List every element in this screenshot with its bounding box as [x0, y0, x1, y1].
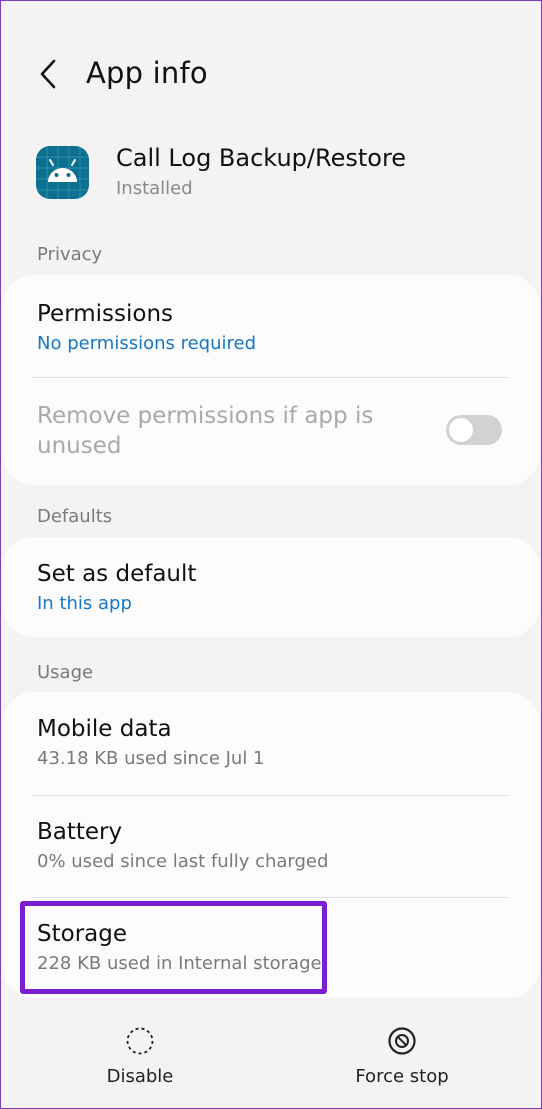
page-title: App info	[86, 56, 208, 90]
permissions-row[interactable]: Permissions No permissions required	[37, 301, 510, 354]
disable-label: Disable	[106, 1066, 174, 1087]
set-default-subtitle: In this app	[37, 593, 132, 614]
storage-title: Storage	[37, 921, 127, 947]
force-stop-button[interactable]: Force stop	[302, 1026, 502, 1096]
remove-permissions-title: Remove permissions if app is unused	[37, 403, 374, 459]
force-stop-label: Force stop	[355, 1066, 449, 1087]
permissions-subtitle: No permissions required	[37, 333, 257, 354]
battery-subtitle: 0% used since last fully charged	[37, 851, 329, 872]
chevron-left-icon	[40, 59, 56, 89]
defaults-card: Set as default In this app	[2, 537, 540, 637]
toggle-knob	[448, 417, 474, 443]
section-label-defaults: Defaults	[37, 506, 113, 527]
battery-row[interactable]: Battery 0% used since last fully charged	[37, 819, 510, 872]
mobile-data-subtitle: 43.18 KB used since Jul 1	[37, 748, 265, 769]
section-label-usage: Usage	[37, 662, 94, 683]
app-name: Call Log Backup/Restore	[116, 144, 407, 172]
disable-button[interactable]: Disable	[40, 1026, 240, 1096]
disable-icon	[126, 1027, 154, 1055]
app-bar: App info	[0, 42, 542, 106]
mobile-data-title: Mobile data	[37, 716, 172, 742]
divider	[32, 377, 510, 378]
app-status: Installed	[116, 178, 193, 199]
storage-subtitle: 228 KB used in Internal storage	[37, 953, 322, 974]
battery-title: Battery	[37, 819, 123, 845]
set-default-title: Set as default	[37, 561, 197, 587]
section-label-privacy: Privacy	[37, 244, 103, 265]
force-stop-icon	[388, 1027, 416, 1055]
storage-row[interactable]: Storage 228 KB used in Internal storage	[37, 921, 510, 974]
divider	[32, 897, 510, 898]
privacy-card: Permissions No permissions required Remo…	[2, 275, 540, 485]
android-app-icon	[36, 146, 89, 199]
mobile-data-row[interactable]: Mobile data 43.18 KB used since Jul 1	[37, 716, 510, 769]
usage-card: Mobile data 43.18 KB used since Jul 1 Ba…	[2, 692, 540, 998]
back-button[interactable]	[30, 54, 66, 94]
app-header: Call Log Backup/Restore Installed	[36, 142, 506, 202]
set-default-row[interactable]: Set as default In this app	[37, 561, 510, 614]
remove-permissions-toggle[interactable]	[446, 415, 502, 445]
permissions-title: Permissions	[37, 301, 174, 327]
divider	[32, 795, 510, 796]
remove-permissions-row[interactable]: Remove permissions if app is unused	[37, 401, 510, 461]
